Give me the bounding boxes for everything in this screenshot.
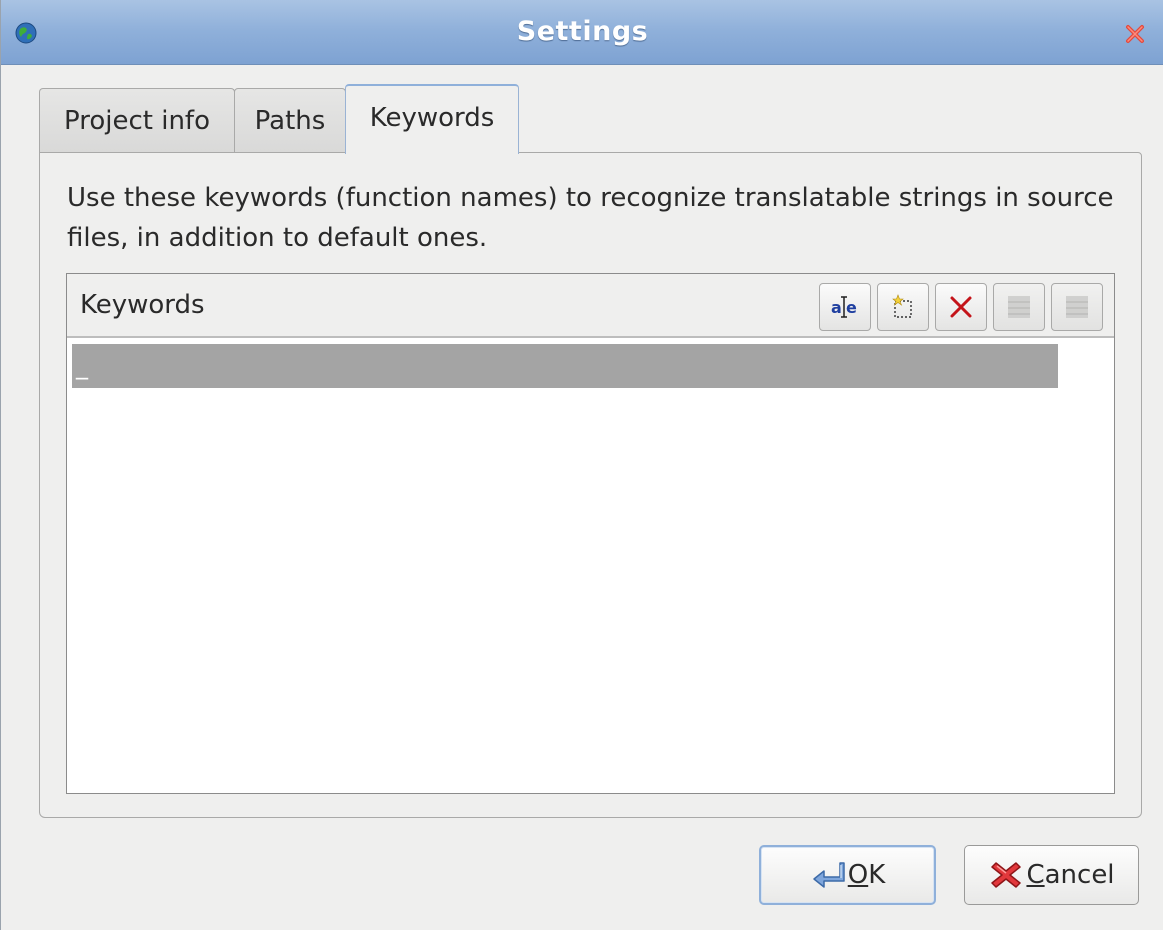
svg-text:a: a	[831, 298, 842, 317]
tab-project-info[interactable]: Project info	[39, 88, 235, 152]
return-arrow-icon	[812, 862, 845, 888]
cancel-icon	[991, 862, 1022, 888]
keywords-list-header: Keywords a e	[67, 274, 1114, 338]
list-item[interactable]: _	[72, 344, 1058, 388]
move-down-button[interactable]	[1051, 283, 1103, 331]
settings-dialog: Settings Project info Paths Keywords Use…	[0, 0, 1163, 930]
keywords-description: Use these keywords (function names) to r…	[67, 183, 1114, 253]
tab-label: Project info	[64, 106, 210, 136]
tab-label: Paths	[254, 106, 326, 136]
delete-item-icon	[950, 296, 972, 318]
keywords-list[interactable]: Keywords a e _	[66, 273, 1115, 794]
cancel-button[interactable]: Cancel	[964, 845, 1139, 905]
move-up-button[interactable]	[993, 283, 1045, 331]
list-header-label: Keywords	[80, 290, 205, 320]
ok-label: OK	[847, 860, 886, 890]
ok-button[interactable]: OK	[759, 845, 936, 905]
delete-item-button[interactable]	[935, 283, 987, 331]
new-item-button[interactable]	[877, 283, 929, 331]
edit-item-icon: a e	[831, 296, 857, 318]
tab-label: Keywords	[369, 103, 495, 133]
tab-keywords[interactable]: Keywords	[345, 84, 519, 154]
list-item-text: _	[76, 352, 88, 380]
title-bar[interactable]: Settings	[1, 0, 1163, 65]
svg-text:e: e	[846, 298, 857, 317]
cancel-label: Cancel	[1026, 860, 1115, 890]
window-title: Settings	[516, 16, 649, 47]
tab-paths[interactable]: Paths	[234, 88, 346, 152]
move-up-icon	[1008, 296, 1030, 318]
new-item-icon	[892, 294, 912, 318]
move-down-icon	[1066, 296, 1088, 318]
edit-item-button[interactable]: a e	[819, 283, 871, 331]
close-icon[interactable]	[1125, 24, 1145, 44]
